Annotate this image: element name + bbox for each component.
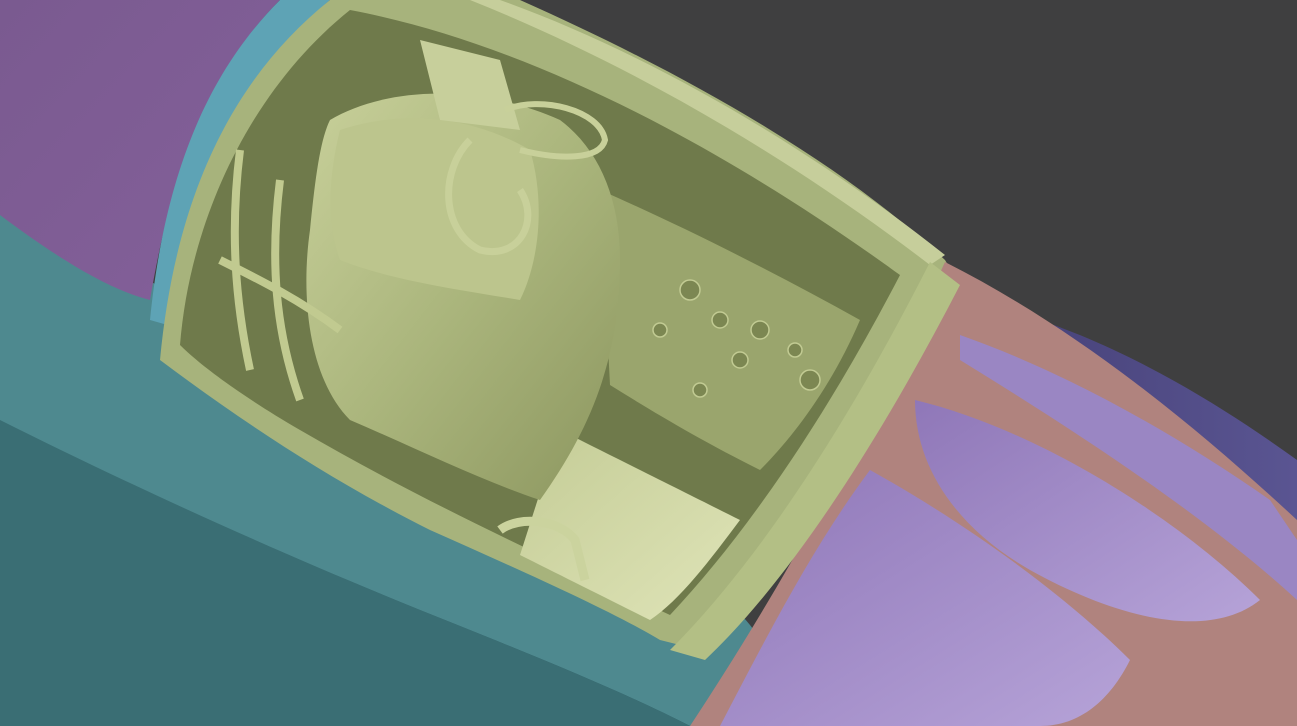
render-canvas: [0, 0, 1297, 726]
cockpit-render: [0, 0, 1297, 726]
